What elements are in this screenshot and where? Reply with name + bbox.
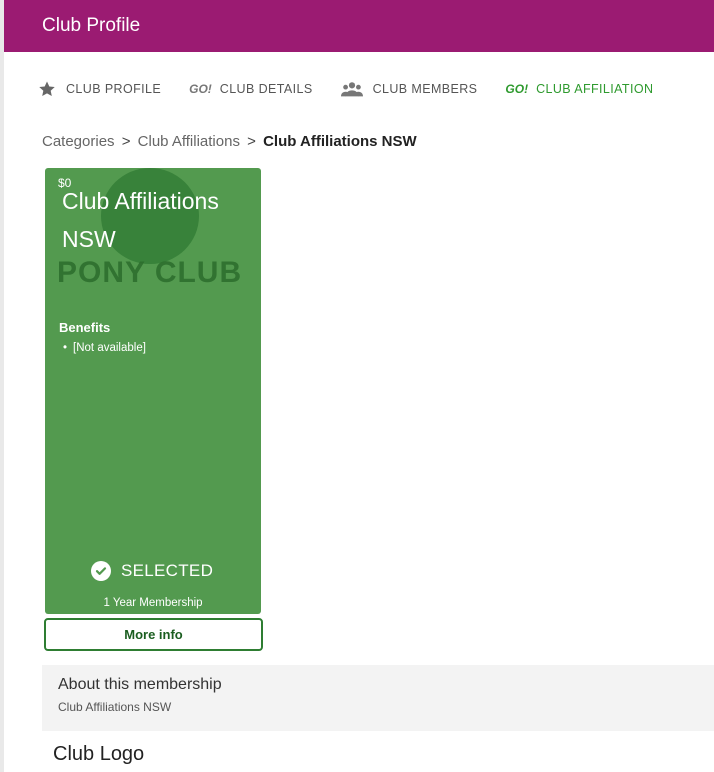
card-title: Club Affiliations NSW: [62, 188, 219, 252]
about-membership-panel: About this membership Club Affiliations …: [42, 665, 714, 731]
tab-label: CLUB PROFILE: [66, 82, 162, 96]
tab-club-details[interactable]: GO! CLUB DETAILS: [189, 82, 312, 96]
club-logo-watermark-text: PONY CLUB: [57, 256, 243, 289]
app-header: Club Profile: [4, 0, 714, 52]
selected-label: SELECTED: [121, 561, 214, 580]
breadcrumb-separator: >: [121, 133, 131, 150]
more-info-button[interactable]: More info: [44, 618, 263, 651]
benefits-heading: Benefits: [59, 320, 111, 335]
tab-club-profile[interactable]: CLUB PROFILE: [38, 80, 161, 98]
tab-label: CLUB MEMBERS: [372, 82, 478, 96]
benefit-item: [Not available]: [59, 342, 146, 354]
benefits-list: [Not available]: [59, 342, 146, 354]
breadcrumb-categories[interactable]: Categories: [42, 133, 115, 150]
card-duration: 1 Year Membership: [103, 597, 203, 609]
left-rail: [0, 0, 4, 772]
tab-label: CLUB DETAILS: [219, 82, 313, 96]
check-circle-icon: [91, 561, 111, 581]
selected-status: SELECTED: [91, 561, 213, 581]
tab-label: CLUB AFFILIATION: [536, 82, 654, 96]
tab-club-affiliation[interactable]: GO! CLUB AFFILIATION: [505, 82, 653, 96]
people-icon: [340, 81, 363, 97]
tab-club-members[interactable]: CLUB MEMBERS: [340, 81, 478, 97]
go-icon: GO!: [505, 82, 529, 96]
tab-bar: CLUB PROFILE GO! CLUB DETAILS CLUB MEMBE…: [38, 78, 681, 100]
club-logo-heading: Club Logo: [53, 743, 145, 765]
breadcrumb-separator: >: [247, 133, 256, 150]
about-title: About this membership: [58, 676, 222, 693]
breadcrumb: Categories > Club Affiliations > Club Af…: [42, 133, 417, 150]
membership-card[interactable]: PONY CLUB $0 Club Affiliations NSW Benef…: [45, 168, 261, 614]
go-icon: GO!: [189, 82, 212, 96]
page-title: Club Profile: [42, 15, 141, 36]
star-icon: [38, 80, 56, 98]
about-subtitle: Club Affiliations NSW: [58, 700, 172, 714]
breadcrumb-club-affiliations[interactable]: Club Affiliations: [138, 133, 240, 150]
breadcrumb-current: Club Affiliations NSW: [263, 133, 417, 150]
